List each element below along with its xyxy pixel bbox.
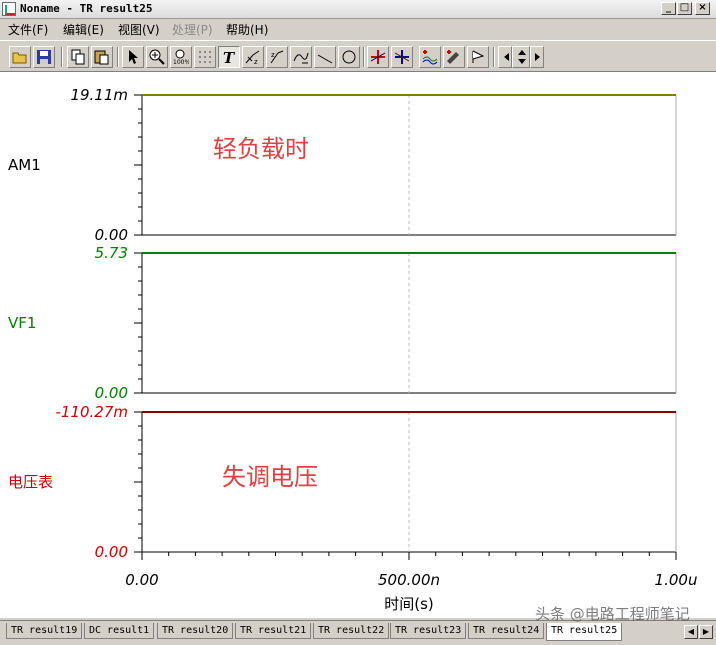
y-bottom-label: 0.00 xyxy=(95,384,128,402)
paste-icon[interactable] xyxy=(91,46,113,68)
tab-scroll-right-icon[interactable]: ▶ xyxy=(699,625,713,639)
toolbar: 100% T z z xyxy=(0,40,716,72)
close-button[interactable]: × xyxy=(695,2,710,15)
y-top-label: 5.73 xyxy=(95,244,128,262)
x-tick-label: 1.00u xyxy=(655,571,698,589)
cursor-tool-icon[interactable]: z xyxy=(242,46,264,68)
menu-edit[interactable]: 编辑(E) xyxy=(63,21,104,38)
text-tool-icon[interactable]: T xyxy=(218,46,240,68)
arrow-left-icon[interactable] xyxy=(498,46,512,68)
copy-icon[interactable] xyxy=(67,46,89,68)
y-bottom-label: 0.00 xyxy=(95,543,128,561)
zoom-100-icon[interactable]: 100% xyxy=(170,46,192,68)
panel-name-label: AM1 xyxy=(8,156,41,174)
open-icon[interactable] xyxy=(9,46,31,68)
tab-tr-result25[interactable]: TR result25 xyxy=(546,623,623,641)
window-title: Noname - TR result25 xyxy=(20,2,153,15)
tab-tr-result23[interactable]: TR result23 xyxy=(390,623,467,639)
title-bar: Noname - TR result25 _ □ × xyxy=(0,0,716,19)
chart[interactable]: 19.11m0.00AM1轻负载时5.730.00VF1-110.27m0.00… xyxy=(0,72,716,618)
watermark: 头条 @电路工程师笔记 xyxy=(535,605,690,623)
grid-icon[interactable] xyxy=(194,46,216,68)
tab-tr-result20[interactable]: TR result20 xyxy=(157,623,234,639)
ellipse-icon[interactable] xyxy=(338,46,360,68)
arrow-right-icon[interactable] xyxy=(530,46,544,68)
tab-scroll-left-icon[interactable]: ◀ xyxy=(684,625,698,639)
annotation-text: 轻负载时 xyxy=(213,135,309,163)
line-icon[interactable] xyxy=(314,46,336,68)
save-icon[interactable] xyxy=(33,46,55,68)
curve-tool-icon[interactable] xyxy=(290,46,312,68)
annotation-text: 失调电压 xyxy=(222,463,318,491)
waveform-icon[interactable] xyxy=(419,46,441,68)
toolbar-separator xyxy=(493,47,495,67)
menu-view[interactable]: 视图(V) xyxy=(118,21,160,38)
app-icon xyxy=(2,2,16,16)
toolbar-separator xyxy=(363,47,365,67)
minimize-button[interactable]: _ xyxy=(661,2,676,15)
pointer-icon[interactable] xyxy=(122,46,144,68)
tab-tr-result21[interactable]: TR result21 xyxy=(235,623,312,639)
arrow-updown-icon[interactable] xyxy=(512,46,530,68)
flag-icon[interactable] xyxy=(467,46,489,68)
panel-name-label: VF1 xyxy=(8,314,36,332)
plot-area[interactable]: 19.11m 0.00 AM1 轻负载时 5.73 0.00 VF1 -110.27m 0.00… xyxy=(0,72,716,618)
tab-tr-result22[interactable]: TR result22 xyxy=(313,623,390,639)
x-tick-label: 500.00n xyxy=(378,571,440,589)
y-top-label: -110.27m xyxy=(55,403,128,421)
y-top-label: 19.11m xyxy=(70,86,128,104)
cursor-a-icon[interactable] xyxy=(367,46,389,68)
svg-text:100%: 100% xyxy=(173,59,189,65)
panel-name-label: 电压表 xyxy=(8,473,53,491)
probe-icon[interactable] xyxy=(443,46,465,68)
x-axis-label: 时间(s) xyxy=(384,595,434,613)
menu-process[interactable]: 处理(P) xyxy=(172,21,213,38)
menu-file[interactable]: 文件(F) xyxy=(8,21,48,38)
toolbar-separator xyxy=(117,47,119,67)
x-tick-label: 0.00 xyxy=(125,571,158,589)
tab-dc-result1[interactable]: DC result1 xyxy=(84,623,155,639)
zoom-in-icon[interactable] xyxy=(146,46,168,68)
menu-help[interactable]: 帮助(H) xyxy=(226,21,268,38)
tab-tr-result24[interactable]: TR result24 xyxy=(468,623,545,639)
y-bottom-label: 0.00 xyxy=(95,226,128,244)
tab-tr-result19[interactable]: TR result19 xyxy=(6,623,83,639)
svg-text:z: z xyxy=(254,58,258,65)
cursor-b-icon[interactable] xyxy=(391,46,413,68)
svg-text:T: T xyxy=(223,49,236,65)
maximize-button[interactable]: □ xyxy=(677,2,692,15)
cursor2-tool-icon[interactable]: z xyxy=(266,46,288,68)
svg-text:z: z xyxy=(271,51,275,59)
menu-bar: 文件(F) 编辑(E) 视图(V) 处理(P) 帮助(H) xyxy=(0,19,716,39)
toolbar-separator xyxy=(61,47,63,67)
